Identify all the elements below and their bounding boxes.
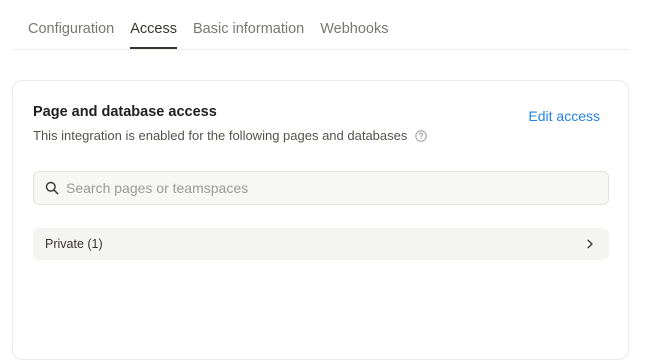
chevron-right-icon — [587, 239, 593, 249]
card-title: Page and database access — [33, 104, 217, 120]
group-label: Private (1) — [45, 237, 103, 251]
tab-bar: Configuration Access Basic information W… — [12, 0, 629, 50]
search-field[interactable] — [33, 171, 609, 205]
search-icon — [45, 181, 59, 195]
private-group-row[interactable]: Private (1) — [33, 228, 609, 260]
edit-access-link[interactable]: Edit access — [528, 108, 600, 124]
tab-webhooks[interactable]: Webhooks — [320, 0, 388, 37]
question-circle-icon[interactable] — [415, 129, 428, 142]
search-input[interactable] — [66, 180, 586, 196]
card-description-text: This integration is enabled for the foll… — [33, 128, 408, 143]
tab-access[interactable]: Access — [130, 0, 177, 49]
tab-basic-information[interactable]: Basic information — [193, 0, 304, 37]
tab-configuration[interactable]: Configuration — [28, 0, 114, 37]
card-description: This integration is enabled for the foll… — [33, 128, 428, 143]
access-card: Page and database access This integratio… — [12, 80, 629, 360]
